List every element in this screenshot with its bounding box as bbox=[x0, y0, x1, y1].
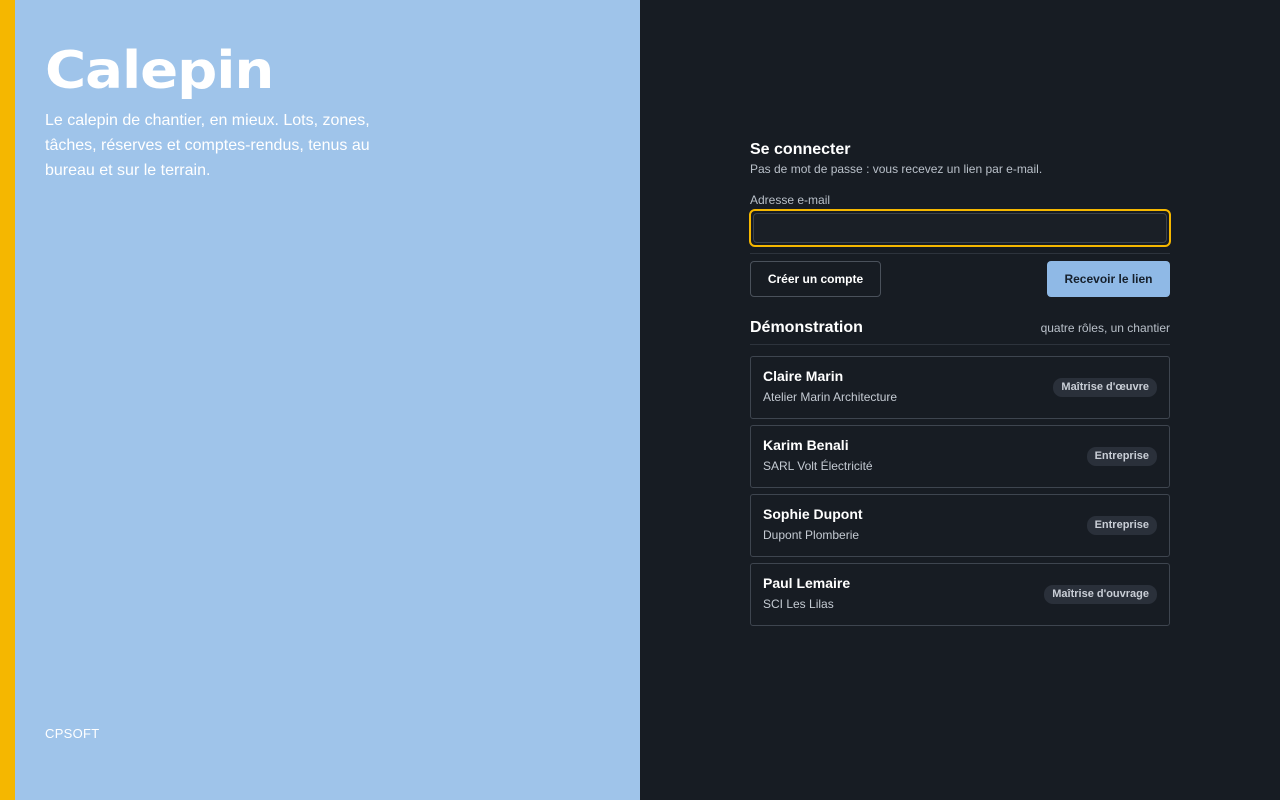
brand-title: Calepin bbox=[45, 41, 274, 101]
email-field[interactable] bbox=[753, 213, 1167, 243]
brand-tagline: Le calepin de chantier, en mieux. Lots, … bbox=[45, 112, 370, 179]
create-account-button[interactable]: Créer un compte bbox=[750, 261, 881, 297]
email-field-focus-ring bbox=[749, 209, 1171, 247]
role-badge: Entreprise bbox=[1086, 447, 1157, 466]
login-heading: Se connecter bbox=[750, 141, 851, 158]
send-link-button[interactable]: Recevoir le lien bbox=[1047, 261, 1170, 297]
action-row: Créer un compte Recevoir le lien bbox=[750, 261, 1170, 297]
brand-panel: Calepin Le calepin de chantier, en mieux… bbox=[15, 0, 640, 800]
demo-account-card[interactable]: Sophie Dupont Dupont Plomberie Entrepris… bbox=[750, 494, 1170, 557]
role-badge: Maîtrise d'ouvrage bbox=[1044, 585, 1157, 604]
demo-header: Démonstration quatre rôles, un chantier bbox=[750, 319, 1170, 345]
demo-account-card[interactable]: Karim Benali SARL Volt Électricité Entre… bbox=[750, 425, 1170, 488]
role-badge: Maîtrise d'œuvre bbox=[1053, 378, 1157, 397]
role-badge: Entreprise bbox=[1086, 516, 1157, 535]
login-form: Se connecter Pas de mot de passe : vous … bbox=[749, 140, 1171, 632]
demo-account-card[interactable]: Claire Marin Atelier Marin Architecture … bbox=[750, 356, 1170, 419]
demo-account-card[interactable]: Paul Lemaire SCI Les Lilas Maîtrise d'ou… bbox=[750, 563, 1170, 626]
login-subtitle: Pas de mot de passe : vous recevez un li… bbox=[750, 162, 1043, 176]
email-label: Adresse e-mail bbox=[750, 193, 831, 207]
footer-brand: CPSOFT bbox=[45, 726, 100, 741]
demo-hint: quatre rôles, un chantier bbox=[1040, 321, 1170, 335]
divider bbox=[750, 253, 1170, 254]
accent-stripe bbox=[0, 0, 15, 800]
login-panel: Se connecter Pas de mot de passe : vous … bbox=[640, 0, 1280, 800]
demo-account-list: Claire Marin Atelier Marin Architecture … bbox=[750, 356, 1170, 626]
demo-title: Démonstration bbox=[750, 319, 863, 336]
